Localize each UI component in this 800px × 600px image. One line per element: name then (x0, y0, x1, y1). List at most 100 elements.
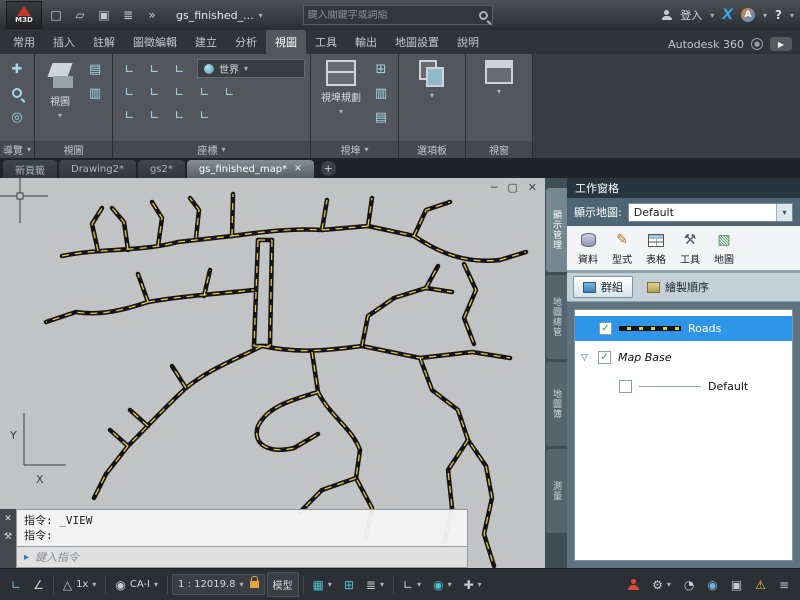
video-play-icon[interactable]: ▶ (770, 37, 792, 51)
search-input[interactable] (308, 10, 475, 21)
snap-mode-icon[interactable]: ∠ (33, 579, 44, 591)
ucs-world-icon[interactable]: ∟ (143, 58, 166, 79)
file-tab-drawing2[interactable]: Drawing2* (59, 160, 136, 178)
file-tab-new[interactable]: 新頁籤 (3, 160, 57, 178)
windows-button[interactable]: ▾ (480, 58, 518, 98)
panel-label-palettes[interactable]: 選項板 (399, 141, 465, 158)
settings-button[interactable]: ⚙ ▾ (647, 575, 676, 595)
restore-icon[interactable]: ▢ (507, 181, 517, 194)
view-rows-icon[interactable]: ▤ (83, 58, 107, 80)
map-button[interactable]: ▧ 地圖 (709, 230, 739, 267)
panel-label-windows[interactable]: 視窗 (466, 141, 532, 158)
viewport-named-icon[interactable]: ▤ (369, 106, 393, 128)
isolate-objects-icon[interactable]: ▣ (731, 579, 742, 591)
new-file-icon[interactable]: □ (46, 4, 66, 26)
performance-icon[interactable]: ◔ (684, 579, 694, 591)
signin-button[interactable]: 登入 (680, 7, 702, 23)
command-input[interactable] (35, 551, 460, 564)
ucs-object-icon[interactable]: ∟ (168, 58, 191, 79)
map-scale-button[interactable]: 1 : 12019.8 ▾ (172, 574, 264, 595)
ucs-face-icon[interactable]: ∟ (218, 81, 241, 102)
warning-icon[interactable]: ⚠ (755, 579, 766, 591)
default-checkbox[interactable] (619, 380, 632, 393)
search-icon[interactable] (479, 11, 488, 20)
connect-icon[interactable]: ● (751, 38, 763, 50)
a360-icon[interactable]: A (741, 8, 755, 22)
table-button[interactable]: 表格 (641, 230, 671, 267)
style-button[interactable]: ✎ 型式 (607, 230, 637, 267)
tab-autodesk-360[interactable]: Autodesk 360 (668, 38, 744, 51)
tab-feature-edit[interactable]: 圖徵編輯 (124, 30, 186, 54)
panel-label-navigate[interactable]: 導覽 ▾ (0, 141, 34, 158)
file-tab-gs-finished-map[interactable]: gs_finished_map* ✕ (187, 160, 314, 178)
data-button[interactable]: 資料 (573, 230, 603, 267)
print-icon[interactable]: ≣ (118, 4, 138, 26)
viewport-config-button[interactable]: 視埠規劃 ▾ (316, 58, 366, 118)
model-space-button[interactable]: 模型 (267, 572, 299, 597)
tab-map-book[interactable]: 地圖簿 (546, 362, 567, 446)
viewport-restore-icon[interactable]: ▥ (369, 82, 393, 104)
tab-tools[interactable]: 工具 (306, 30, 346, 54)
tab-analyze[interactable]: 分析 (226, 30, 266, 54)
viewport-join-icon[interactable]: ⊞ (369, 58, 393, 80)
tab-map-explorer[interactable]: 地圖總管 (546, 275, 567, 359)
minimize-icon[interactable]: ─ (491, 181, 498, 194)
display-map-combo[interactable]: Default ▾ (628, 203, 793, 222)
groups-view-button[interactable]: 群組 (573, 276, 633, 298)
view-cols-icon[interactable]: ▥ (83, 82, 107, 104)
app-menu-button[interactable]: M3D (6, 1, 42, 29)
save-icon[interactable]: ▣ (94, 4, 114, 26)
layer-row-map-base[interactable]: ▽ ✓ Map Base (575, 345, 792, 370)
close-icon[interactable]: ✕ (528, 181, 537, 194)
qat-more-icon[interactable]: » (142, 4, 162, 26)
ucs-3point-icon[interactable]: ∟ (193, 104, 216, 125)
tab-insert[interactable]: 插入 (44, 30, 84, 54)
tab-output[interactable]: 輸出 (346, 30, 386, 54)
ortho-button[interactable]: ∟ ▾ (398, 575, 426, 595)
ucs-z-rotate-icon[interactable]: ∟ (168, 104, 191, 125)
new-tab-button[interactable]: + (321, 161, 336, 176)
ucs-x-rotate-icon[interactable]: ∟ (118, 104, 141, 125)
selection-cycling-button[interactable]: ✚ ▾ (459, 575, 487, 595)
ucs-z-axis-icon[interactable]: ∟ (168, 81, 191, 102)
command-customize-icon[interactable]: ⚒ (4, 532, 12, 542)
open-file-icon[interactable]: ▱ (70, 4, 90, 26)
steering-wheel-icon[interactable]: ◎ (5, 106, 29, 128)
infer-constraints-icon[interactable]: ∟ (11, 579, 21, 591)
draw-order-view-button[interactable]: 繪製順序 (638, 277, 718, 297)
snap-grid-icon[interactable]: ⊞ (344, 579, 354, 591)
ucs-previous-icon[interactable]: ∟ (118, 81, 141, 102)
panel-label-viewports[interactable]: 視埠 ▾ (311, 141, 398, 158)
a360-user-icon[interactable] (628, 579, 639, 590)
document-title[interactable]: gs_finished_... ▾ (166, 7, 273, 24)
tab-create[interactable]: 建立 (186, 30, 226, 54)
tab-annotate[interactable]: 註解 (84, 30, 124, 54)
geolocation-button[interactable]: ◉ ▾ (428, 575, 457, 595)
combo-caret-icon[interactable]: ▾ (776, 204, 792, 221)
pan-icon[interactable]: ✚ (5, 58, 29, 80)
panel-label-view[interactable]: 視圖 (35, 141, 112, 158)
tab-map-setup[interactable]: 地圖設置 (386, 30, 448, 54)
grid-display-button[interactable]: ▦ ▾ (308, 575, 337, 595)
tab-view[interactable]: 視圖 (266, 30, 306, 54)
expander-icon[interactable]: ▽ (581, 353, 591, 363)
tab-home[interactable]: 常用 (4, 30, 44, 54)
roads-checkbox[interactable]: ✓ (599, 322, 612, 335)
file-tab-gs2[interactable]: gs2* (138, 160, 185, 178)
annotation-scale-button[interactable]: △ 1x ▾ (58, 575, 102, 595)
coordinate-system-button[interactable]: ◉ CA-I ▾ (110, 575, 163, 595)
customization-icon[interactable]: ≡ (779, 579, 789, 591)
tab-help[interactable]: 說明 (448, 30, 488, 54)
close-tab-icon[interactable]: ✕ (294, 164, 302, 174)
tab-survey[interactable]: 測量 (546, 449, 567, 533)
ucs-icon[interactable]: ∟ (118, 58, 141, 79)
drawing-canvas[interactable]: ─ ▢ ✕ Y X ✕ ⚒ 指令: (0, 178, 545, 568)
ucs-named-combo[interactable]: 世界 ▾ (197, 59, 305, 78)
tools-button[interactable]: ⚒ 工具 (675, 230, 705, 267)
palettes-button[interactable]: ▾ (414, 58, 450, 102)
command-close-icon[interactable]: ✕ (4, 514, 12, 524)
layer-row-default[interactable]: Default (575, 374, 792, 399)
exchange-apps-icon[interactable]: X (722, 7, 733, 23)
map-base-checkbox[interactable]: ✓ (598, 351, 611, 364)
help-button[interactable]: ? (775, 8, 782, 22)
